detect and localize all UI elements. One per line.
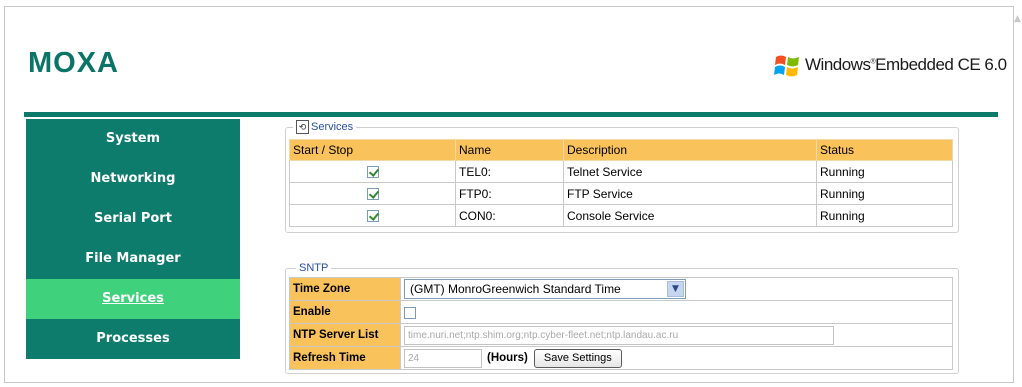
sidebar-nav: System Networking Serial Port File Manag… [26,119,240,359]
chevron-down-icon[interactable]: ▼ [667,281,684,297]
time-zone-select[interactable]: (GMT) MonroGreenwich Standard Time ▼ [404,279,686,299]
sntp-legend: SNTP [296,262,332,274]
services-legend-label: Services [311,121,354,133]
ntp-server-input[interactable] [404,325,834,345]
column-header-start-stop: Start / Stop [289,139,456,161]
sntp-row-refresh: Refresh Time (Hours) Save Settings [289,346,953,370]
table-row: FTP0: FTP Service Running [289,182,953,205]
sidebar-item-serial-port[interactable]: Serial Port [26,199,240,239]
refresh-time-cell: (Hours) Save Settings [400,346,953,370]
enable-checkbox[interactable] [404,306,416,319]
column-header-description: Description [563,139,817,161]
hours-unit-label: (Hours) [487,352,528,364]
os-product-name: Embedded CE 6.0 [875,55,1007,74]
time-zone-label: Time Zone [289,277,401,301]
brand-text: MOXA [28,47,119,79]
moxa-logo: MOXA [28,47,119,80]
sntp-table: Time Zone (GMT) MonroGreenwich Standard … [289,277,953,370]
table-row: CON0: Console Service Running [289,204,953,227]
sntp-row-time-zone: Time Zone (GMT) MonroGreenwich Standard … [289,277,953,301]
service-description: Console Service [563,204,817,227]
scroll-up-icon[interactable]: ▲ [1014,14,1022,24]
services-table-header: Start / Stop Name Description Status [289,139,953,161]
services-refresh-icon: ⟲ [296,120,309,134]
column-header-name: Name [455,139,564,161]
start-stop-cell [289,204,456,227]
enable-cell [400,300,953,324]
sntp-row-ntp-server: NTP Server List [289,323,953,347]
service-description: FTP Service [563,182,817,205]
service-toggle-checkbox[interactable] [366,210,379,223]
service-toggle-checkbox[interactable] [366,166,379,179]
os-brand-text: Windows®Embedded CE 6.0 [805,55,1007,75]
service-status: Running [816,204,953,227]
save-settings-button[interactable]: Save Settings [533,348,622,368]
ntp-server-label: NTP Server List [289,323,401,347]
windows-embedded-logo: Windows®Embedded CE 6.0 [773,50,1007,80]
service-status: Running [816,160,953,183]
enable-label: Enable [289,300,401,324]
table-row: TEL0: Telnet Service Running [289,160,953,183]
service-name: CON0: [455,204,564,227]
windows-flag-icon [774,55,799,77]
refresh-time-label: Refresh Time [289,346,401,370]
sidebar-item-system[interactable]: System [26,119,240,159]
services-legend: ⟲ Services [293,120,357,134]
service-toggle-checkbox[interactable] [366,188,379,201]
os-brand-name: Windows [805,55,871,74]
services-table: Start / Stop Name Description Status TEL… [289,139,953,227]
service-description: Telnet Service [563,160,817,183]
ntp-server-cell [400,323,953,347]
header-divider [24,112,998,117]
sidebar-item-services[interactable]: Services [26,279,240,319]
service-name: FTP0: [455,182,564,205]
time-zone-value: (GMT) MonroGreenwich Standard Time [410,282,621,296]
refresh-time-input[interactable] [404,348,482,368]
sntp-row-enable: Enable [289,300,953,324]
sidebar-item-processes[interactable]: Processes [26,319,240,359]
start-stop-cell [289,160,456,183]
service-name: TEL0: [455,160,564,183]
start-stop-cell [289,182,456,205]
sidebar-item-file-manager[interactable]: File Manager [26,239,240,279]
time-zone-cell: (GMT) MonroGreenwich Standard Time ▼ [400,277,953,301]
sidebar-item-networking[interactable]: Networking [26,159,240,199]
service-status: Running [816,182,953,205]
column-header-status: Status [816,139,953,161]
